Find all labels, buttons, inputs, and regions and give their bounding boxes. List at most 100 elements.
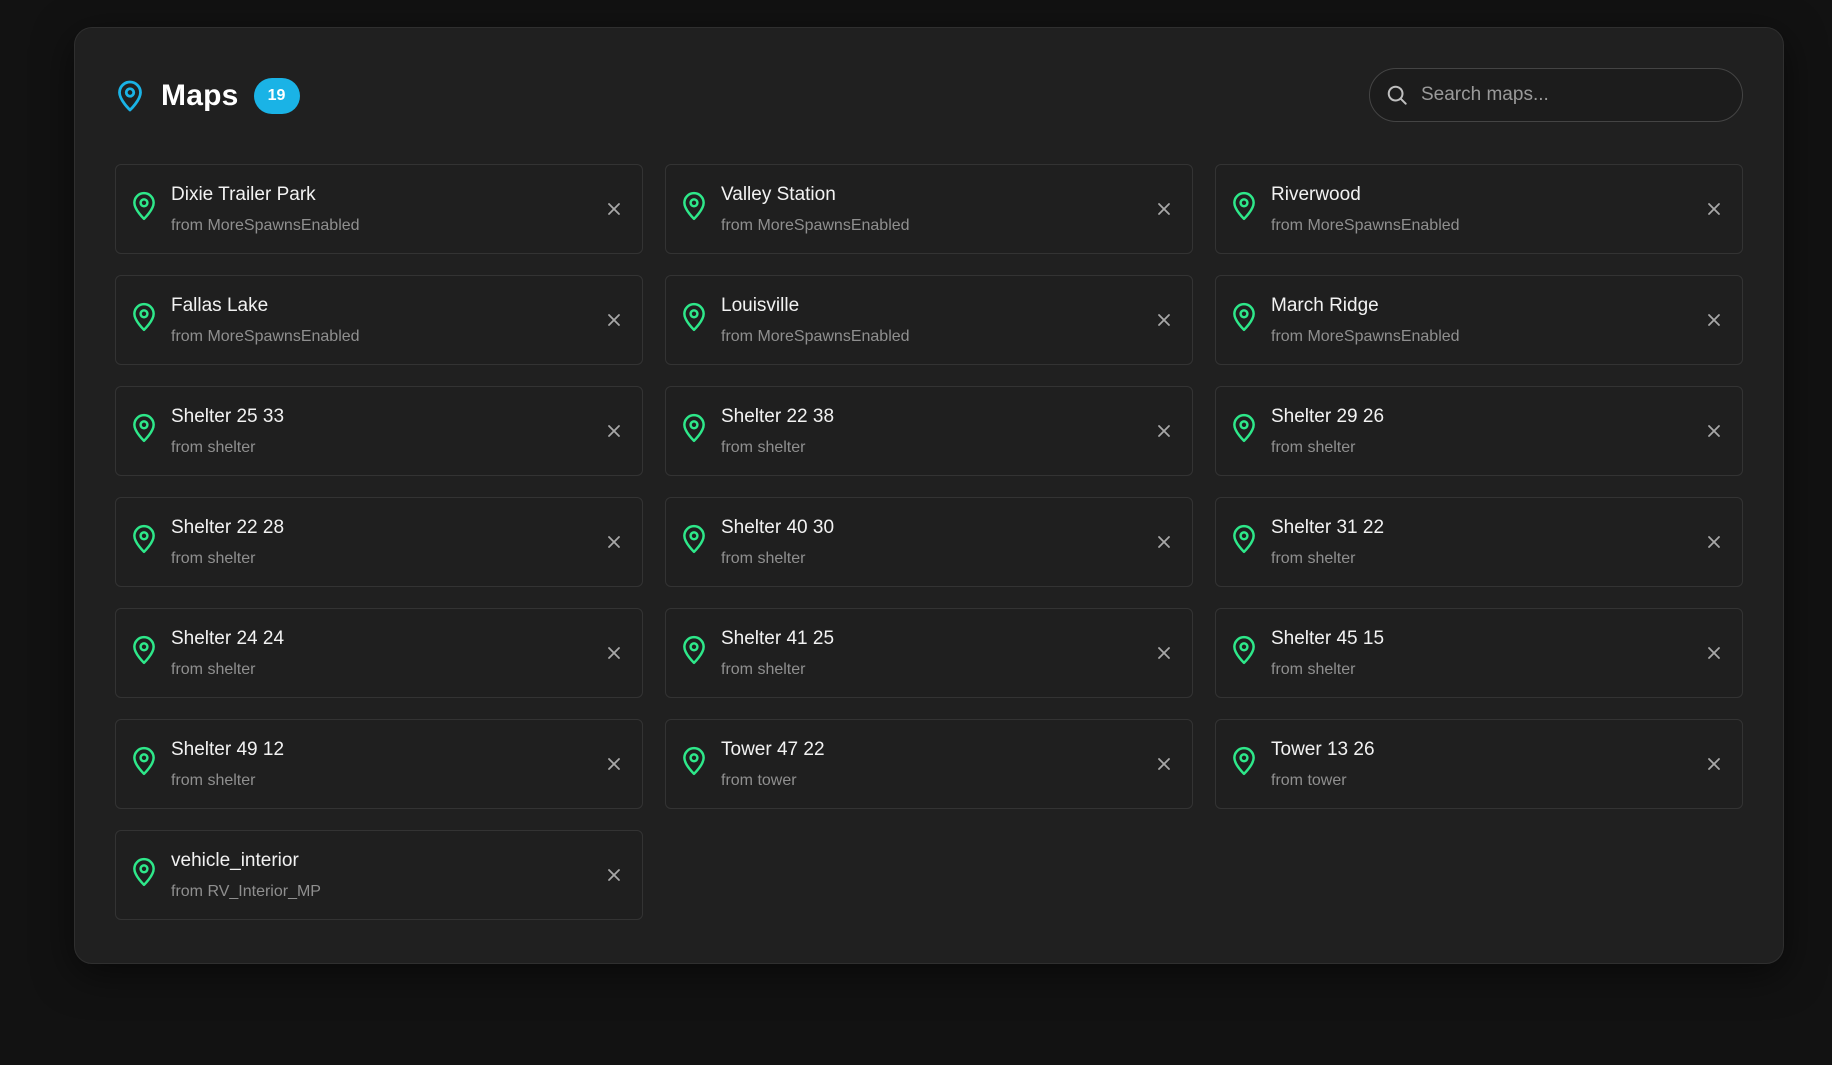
map-card[interactable]: Riverwood from MoreSpawnsEnabled (1215, 164, 1743, 254)
map-name: March Ridge (1271, 295, 1379, 316)
close-icon[interactable] (604, 865, 624, 885)
map-card-text: Tower 47 22 from tower (721, 739, 825, 791)
map-pin-icon (681, 302, 707, 332)
close-icon[interactable] (1704, 421, 1724, 441)
map-source: from MoreSpawnsEnabled (171, 328, 360, 345)
map-card-text: Louisville from MoreSpawnsEnabled (721, 295, 910, 347)
map-name: Shelter 22 38 (721, 406, 835, 427)
search-input[interactable] (1419, 74, 1742, 116)
map-card[interactable]: Louisville from MoreSpawnsEnabled (665, 275, 1193, 365)
map-source: from shelter (1271, 550, 1356, 567)
map-card[interactable]: Shelter 22 28 from shelter (115, 497, 643, 587)
close-icon[interactable] (1154, 421, 1174, 441)
map-source: from RV_Interior_MP (171, 883, 321, 900)
map-pin-icon (131, 302, 157, 332)
map-card-text: Shelter 31 22 from shelter (1271, 517, 1384, 569)
map-name: Shelter 24 24 (171, 628, 285, 649)
map-pin-icon (131, 746, 157, 776)
map-pin-icon (681, 746, 707, 776)
map-card[interactable]: Shelter 24 24 from shelter (115, 608, 643, 698)
map-source: from shelter (1271, 661, 1356, 678)
map-card[interactable]: Shelter 29 26 from shelter (1215, 386, 1743, 476)
map-card[interactable]: Tower 47 22 from tower (665, 719, 1193, 809)
map-source: from MoreSpawnsEnabled (721, 328, 910, 345)
map-name: Shelter 41 25 (721, 628, 835, 649)
map-source: from MoreSpawnsEnabled (721, 217, 910, 234)
map-card[interactable]: Shelter 31 22 from shelter (1215, 497, 1743, 587)
map-card[interactable]: Shelter 25 33 from shelter (115, 386, 643, 476)
map-pin-icon (681, 413, 707, 443)
map-card-text: Shelter 40 30 from shelter (721, 517, 834, 569)
close-icon[interactable] (1154, 643, 1174, 663)
map-card[interactable]: Shelter 45 15 from shelter (1215, 608, 1743, 698)
close-icon[interactable] (604, 421, 624, 441)
page-title: Maps (161, 79, 239, 112)
map-card-text: March Ridge from MoreSpawnsEnabled (1271, 295, 1460, 347)
map-source: from shelter (171, 439, 256, 456)
close-icon[interactable] (604, 532, 624, 552)
map-card[interactable]: vehicle_interior from RV_Interior_MP (115, 830, 643, 920)
map-source: from tower (721, 772, 797, 789)
map-card-text: Shelter 49 12 from shelter (171, 739, 284, 791)
map-card[interactable]: Shelter 22 38 from shelter (665, 386, 1193, 476)
map-name: Louisville (721, 295, 800, 316)
map-card[interactable]: Shelter 40 30 from shelter (665, 497, 1193, 587)
close-icon[interactable] (1154, 532, 1174, 552)
map-source: from shelter (171, 772, 256, 789)
map-source: from shelter (721, 550, 806, 567)
close-icon[interactable] (604, 643, 624, 663)
map-source: from shelter (171, 661, 256, 678)
map-card-text: Shelter 41 25 from shelter (721, 628, 834, 680)
map-pin-icon (1231, 191, 1257, 221)
map-card[interactable]: March Ridge from MoreSpawnsEnabled (1215, 275, 1743, 365)
close-icon[interactable] (604, 310, 624, 330)
map-name: Shelter 49 12 (171, 739, 285, 760)
map-name: Tower 47 22 (721, 739, 825, 760)
map-card-text: Shelter 29 26 from shelter (1271, 406, 1384, 458)
close-icon[interactable] (1704, 643, 1724, 663)
map-card-text: Fallas Lake from MoreSpawnsEnabled (171, 295, 360, 347)
close-icon[interactable] (1154, 754, 1174, 774)
close-icon[interactable] (604, 199, 624, 219)
maps-panel: Maps 19 Dixie Trailer Park from MoreSpawn… (74, 27, 1784, 964)
close-icon[interactable] (1704, 532, 1724, 552)
map-source: from MoreSpawnsEnabled (1271, 328, 1460, 345)
map-card[interactable]: Shelter 49 12 from shelter (115, 719, 643, 809)
map-card[interactable]: Shelter 41 25 from shelter (665, 608, 1193, 698)
map-pin-icon (1231, 302, 1257, 332)
map-card[interactable]: Dixie Trailer Park from MoreSpawnsEnabled (115, 164, 643, 254)
map-card-text: Dixie Trailer Park from MoreSpawnsEnabled (171, 184, 360, 236)
map-name: Shelter 31 22 (1271, 517, 1385, 538)
search-box[interactable] (1369, 68, 1743, 122)
close-icon[interactable] (1154, 310, 1174, 330)
close-icon[interactable] (1704, 754, 1724, 774)
close-icon[interactable] (1704, 199, 1724, 219)
close-icon[interactable] (604, 754, 624, 774)
map-source: from shelter (1271, 439, 1356, 456)
map-card-text: Riverwood from MoreSpawnsEnabled (1271, 184, 1460, 236)
map-card-text: Shelter 22 38 from shelter (721, 406, 834, 458)
map-list: Dixie Trailer Park from MoreSpawnsEnabled… (115, 164, 1743, 920)
map-source: from shelter (171, 550, 256, 567)
map-pin-icon (1231, 635, 1257, 665)
map-card[interactable]: Tower 13 26 from tower (1215, 719, 1743, 809)
map-card[interactable]: Valley Station from MoreSpawnsEnabled (665, 164, 1193, 254)
map-pin-icon (131, 413, 157, 443)
map-pin-icon (1231, 746, 1257, 776)
map-name: Fallas Lake (171, 295, 269, 316)
close-icon[interactable] (1704, 310, 1724, 330)
map-card-text: Tower 13 26 from tower (1271, 739, 1375, 791)
map-name: Shelter 45 15 (1271, 628, 1385, 649)
map-name: Shelter 25 33 (171, 406, 285, 427)
map-source: from MoreSpawnsEnabled (1271, 217, 1460, 234)
map-pin-icon (131, 191, 157, 221)
map-pin-icon (131, 857, 157, 887)
close-icon[interactable] (1154, 199, 1174, 219)
count-badge: 19 (253, 78, 300, 114)
map-pin-icon (1231, 524, 1257, 554)
map-card[interactable]: Fallas Lake from MoreSpawnsEnabled (115, 275, 643, 365)
map-source: from shelter (721, 661, 806, 678)
map-pin-icon (131, 635, 157, 665)
maps-header: Maps 19 (115, 68, 1743, 124)
map-source: from MoreSpawnsEnabled (171, 217, 360, 234)
